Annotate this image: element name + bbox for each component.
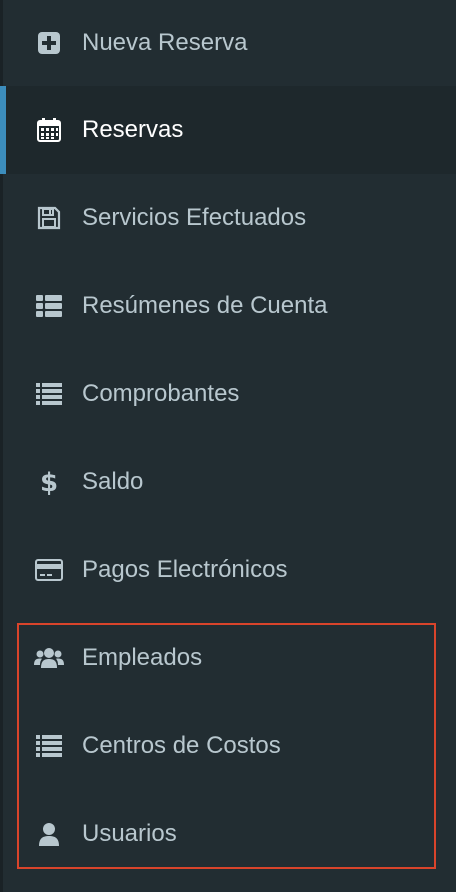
credit-card-icon (34, 555, 64, 585)
sidebar-item-label: Saldo (82, 468, 144, 495)
sidebar: Nueva Reserva Reservas Servicios Efectua… (0, 0, 456, 892)
sidebar-item-label: Empleados (82, 644, 203, 671)
sidebar-item-saldo[interactable]: $ Saldo (3, 438, 456, 526)
list-alt-icon (34, 291, 64, 321)
sidebar-item-empleados[interactable]: Empleados (3, 614, 456, 702)
sidebar-item-label: Nueva Reserva (82, 29, 248, 56)
sidebar-item-reservas[interactable]: Reservas (0, 86, 456, 174)
sidebar-item-label: Reservas (82, 116, 184, 143)
sidebar-item-label: Servicios Efectuados (82, 204, 307, 231)
sidebar-menu: Nueva Reserva Reservas Servicios Efectua… (0, 0, 456, 878)
list-icon (34, 379, 64, 409)
sidebar-item-nueva-reserva[interactable]: Nueva Reserva (3, 0, 456, 86)
user-icon (34, 819, 64, 849)
calendar-icon (34, 115, 64, 145)
sidebar-item-centros-de-costos[interactable]: Centros de Costos (3, 702, 456, 790)
sidebar-item-usuarios[interactable]: Usuarios (3, 790, 456, 878)
sidebar-item-pagos-electronicos[interactable]: Pagos Electrónicos (3, 526, 456, 614)
sidebar-item-label: Resúmenes de Cuenta (82, 292, 328, 319)
list-icon (34, 731, 64, 761)
sidebar-item-resumenes-de-cuenta[interactable]: Resúmenes de Cuenta (3, 262, 456, 350)
plus-square-icon (34, 28, 64, 58)
sidebar-item-label: Pagos Electrónicos (82, 556, 288, 583)
dollar-icon: $ (34, 467, 64, 497)
svg-text:$: $ (40, 468, 58, 496)
sidebar-item-servicios-efectuados[interactable]: Servicios Efectuados (3, 174, 456, 262)
users-icon (34, 643, 64, 673)
sidebar-item-label: Comprobantes (82, 380, 240, 407)
save-icon (34, 203, 64, 233)
sidebar-item-label: Usuarios (82, 820, 177, 847)
sidebar-item-label: Centros de Costos (82, 732, 281, 759)
sidebar-item-comprobantes[interactable]: Comprobantes (3, 350, 456, 438)
